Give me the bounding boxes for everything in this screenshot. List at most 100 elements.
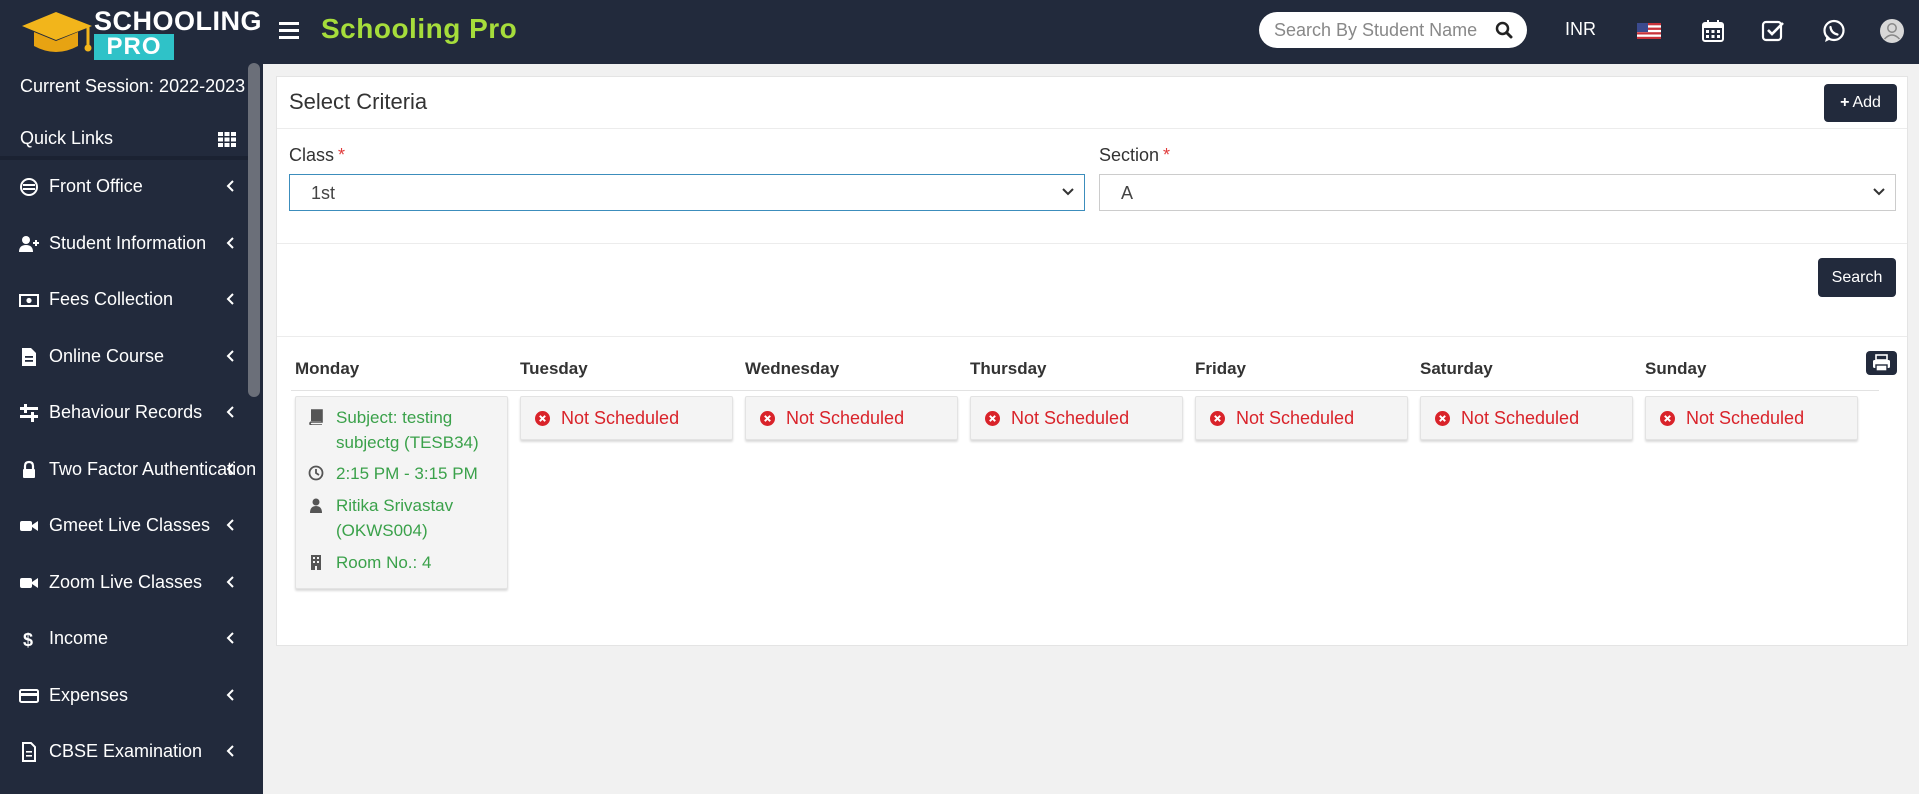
add-button[interactable]: + Add	[1824, 84, 1897, 122]
sidebar-item-student-information[interactable]: Student Information	[0, 224, 248, 264]
document-icon	[22, 742, 36, 762]
logo[interactable]: SCHOOLING PRO	[18, 4, 262, 60]
period-subject: Subject: testing subjectg (TESB34)	[336, 408, 479, 452]
grid-icon[interactable]	[218, 132, 236, 147]
day-header-saturday: Saturday	[1420, 359, 1493, 378]
sidebar-item-two-factor-authentication[interactable]: Two Factor Authentication	[0, 450, 256, 490]
sidebar-item-gmeet-live-classes[interactable]: Gmeet Live Classes	[0, 506, 248, 546]
student-search-box	[1259, 12, 1527, 48]
top-navbar: SCHOOLING PRO Schooling Pro INR	[0, 0, 1919, 64]
class-select[interactable]: 1st	[289, 174, 1085, 211]
monday-period-card: Subject: testing subjectg (TESB34) 2:15 …	[295, 396, 508, 589]
period-time: 2:15 PM - 3:15 PM	[336, 464, 478, 483]
user-icon	[310, 498, 322, 513]
divider	[277, 243, 1907, 244]
lock-icon	[23, 460, 35, 478]
divider	[277, 128, 1907, 129]
sidebar-item-cbse-examination[interactable]: CBSE Examination	[0, 732, 248, 772]
plus-icon: +	[1840, 94, 1850, 111]
sidebar-item-label: Zoom Live Classes	[49, 572, 203, 592]
table-header-divider	[291, 390, 1879, 391]
times-circle-icon	[1660, 411, 1675, 426]
not-scheduled-text: Not Scheduled	[561, 408, 680, 428]
chevron-left-icon	[226, 745, 234, 757]
chevron-left-icon	[226, 519, 234, 531]
sidebar-item-income[interactable]: $ Income	[0, 619, 248, 659]
front-office-icon	[20, 178, 38, 196]
sliders-icon	[20, 404, 38, 422]
search-button[interactable]: Search	[1818, 258, 1896, 297]
not-scheduled-text: Not Scheduled	[1236, 408, 1355, 428]
sidebar-item-label: Fees Collection	[49, 289, 174, 309]
sidebar-item-label: Gmeet Live Classes	[49, 515, 211, 535]
chevron-left-icon	[226, 463, 234, 475]
sidebar-item-front-office[interactable]: Front Office	[0, 167, 248, 207]
select-criteria-card: Select Criteria + Add Class * 1st Section *…	[276, 76, 1908, 646]
quick-links-label[interactable]: Quick Links	[20, 128, 113, 149]
wednesday-not-scheduled: Not Scheduled	[745, 396, 958, 440]
us-flag-icon[interactable]	[1636, 18, 1662, 44]
day-header-monday: Monday	[295, 359, 360, 378]
dollar-icon: $	[23, 630, 33, 649]
print-icon	[1873, 354, 1890, 372]
sidebar-scrollbar[interactable]	[248, 63, 260, 397]
page-title: Select Criteria	[289, 89, 428, 114]
chevron-left-icon	[226, 180, 234, 192]
chevron-left-icon	[226, 237, 234, 249]
section-select-value: A	[1121, 183, 1134, 203]
student-search-input[interactable]	[1274, 18, 1484, 42]
section-label: Section *	[1099, 145, 1171, 165]
credit-card-icon	[19, 689, 39, 703]
day-header-sunday: Sunday	[1645, 359, 1707, 378]
search-icon[interactable]	[1495, 21, 1513, 39]
sidebar-item-online-course[interactable]: Online Course	[0, 337, 248, 377]
chevron-left-icon	[226, 406, 234, 418]
sidebar-item-label: Online Course	[49, 346, 165, 366]
sidebar-item-expenses[interactable]: Expenses	[0, 676, 248, 716]
chevron-left-icon	[226, 689, 234, 701]
currency-selector[interactable]: INR	[1565, 19, 1596, 40]
sidebar-divider	[0, 156, 248, 160]
chevron-down-icon	[1062, 188, 1074, 196]
period-teacher: Ritika Srivastav (OKWS004)	[336, 496, 454, 540]
file-icon	[22, 348, 36, 366]
calendar-icon[interactable]	[1700, 18, 1726, 44]
sidebar-item-label: Income	[49, 628, 109, 648]
sidebar-toggle-button[interactable]	[279, 18, 299, 42]
checklist-icon[interactable]	[1760, 18, 1786, 44]
sidebar-item-label: Front Office	[49, 176, 143, 196]
sidebar-item-label: Expenses	[49, 685, 129, 705]
add-button-label: Add	[1852, 94, 1881, 111]
chevron-down-icon	[1873, 188, 1885, 196]
friday-not-scheduled: Not Scheduled	[1195, 396, 1408, 440]
current-session[interactable]: Current Session: 2022-2023	[20, 76, 245, 97]
sunday-not-scheduled: Not Scheduled	[1645, 396, 1858, 440]
day-header-wednesday: Wednesday	[745, 359, 840, 378]
app-title: Schooling Pro	[321, 13, 518, 44]
sidebar-item-behaviour-records[interactable]: Behaviour Records	[0, 393, 248, 433]
sidebar-item-zoom-live-classes[interactable]: Zoom Live Classes	[0, 563, 248, 603]
clock-icon	[308, 465, 324, 481]
chevron-left-icon	[226, 293, 234, 305]
day-header-thursday: Thursday	[970, 359, 1047, 378]
not-scheduled-text: Not Scheduled	[1461, 408, 1580, 428]
times-circle-icon	[1435, 411, 1450, 426]
logo-badge: PRO	[94, 34, 174, 60]
not-scheduled-text: Not Scheduled	[786, 408, 905, 428]
chevron-left-icon	[226, 350, 234, 362]
times-circle-icon	[1210, 411, 1225, 426]
not-scheduled-text: Not Scheduled	[1011, 408, 1130, 428]
sidebar-item-label: CBSE Examination	[49, 741, 203, 761]
sidebar-item-fees-collection[interactable]: Fees Collection	[0, 280, 248, 320]
graduation-cap-icon	[22, 12, 92, 52]
thursday-not-scheduled: Not Scheduled	[970, 396, 1183, 440]
print-button[interactable]	[1866, 351, 1897, 375]
whatsapp-icon[interactable]	[1821, 18, 1847, 44]
user-avatar-icon[interactable]	[1879, 18, 1905, 44]
times-circle-icon	[535, 411, 550, 426]
day-header-tuesday: Tuesday	[520, 359, 588, 378]
times-circle-icon	[760, 411, 775, 426]
tuesday-not-scheduled: Not Scheduled	[520, 396, 733, 440]
section-select[interactable]: A	[1099, 174, 1896, 211]
svg-text:$: $	[23, 630, 33, 649]
